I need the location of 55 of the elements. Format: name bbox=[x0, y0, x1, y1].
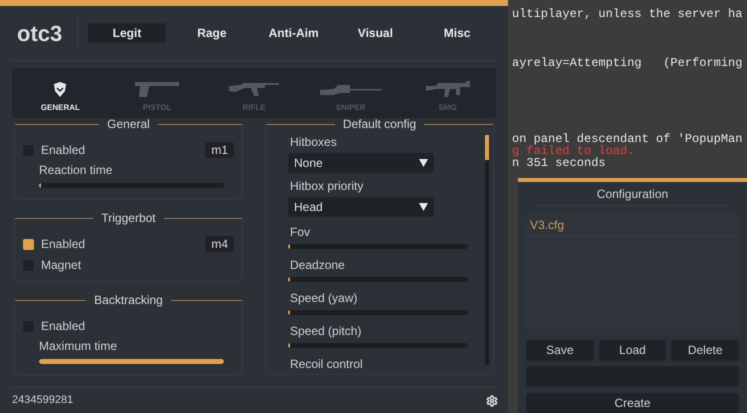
hotkey-badge[interactable]: m1 bbox=[205, 142, 234, 158]
file-item[interactable]: V3.cfg bbox=[529, 216, 736, 236]
dropdown[interactable]: None bbox=[288, 153, 434, 173]
weapon-tab[interactable]: GENERAL bbox=[12, 68, 109, 118]
sniper-icon bbox=[320, 85, 382, 97]
option-label: Fov bbox=[289, 225, 312, 239]
option-label: Speed (pitch) bbox=[289, 324, 362, 338]
smg-icon bbox=[426, 81, 470, 97]
option-label: Speed (yaw) bbox=[289, 291, 358, 305]
pistol-icon bbox=[135, 81, 180, 97]
option-label: Magnet bbox=[41, 258, 82, 272]
shield-icon bbox=[53, 82, 68, 97]
group-title: Backtracking bbox=[94, 292, 163, 309]
checkbox[interactable] bbox=[23, 238, 34, 250]
logo-text: otc3 bbox=[10, 16, 78, 50]
option-label: Recoil control bbox=[289, 357, 364, 371]
dropdown[interactable]: Head bbox=[288, 197, 434, 217]
user-id: 2434599281 bbox=[11, 393, 74, 408]
slider[interactable] bbox=[288, 310, 468, 315]
config-button[interactable]: Load bbox=[598, 340, 666, 361]
slider[interactable] bbox=[288, 277, 468, 282]
rifle-icon bbox=[228, 83, 279, 97]
option-label: Enabled bbox=[41, 237, 86, 251]
option-label: Enabled bbox=[41, 319, 86, 333]
slider[interactable] bbox=[288, 343, 468, 348]
option-label: Maximum time bbox=[39, 339, 118, 353]
hotkey-badge[interactable]: m4 bbox=[205, 236, 234, 252]
config-button[interactable]: Delete bbox=[671, 340, 740, 361]
console-line: ayrelay=Attempting (Performing bbox=[512, 57, 744, 69]
option-label: Enabled bbox=[41, 143, 86, 157]
console-line: on panel descendant of 'PopupMan bbox=[512, 133, 744, 145]
group-title: Default config bbox=[342, 116, 416, 133]
console-line: ultiplayer, unless the server ha bbox=[512, 8, 744, 20]
slider[interactable] bbox=[288, 244, 468, 249]
slider[interactable] bbox=[39, 359, 224, 364]
config-button[interactable]: Save bbox=[526, 340, 594, 361]
tab[interactable]: Visual bbox=[334, 23, 416, 43]
option-label: Hitbox priority bbox=[289, 179, 364, 193]
group-title: General bbox=[107, 116, 150, 133]
console-line: g failed to load. bbox=[512, 145, 636, 157]
tab[interactable]: Rage bbox=[171, 23, 253, 43]
window-title: Configuration bbox=[596, 186, 668, 203]
option-label: Deadzone bbox=[289, 258, 346, 272]
option-label: Hitboxes bbox=[289, 135, 338, 149]
create-button[interactable]: Create bbox=[526, 392, 739, 413]
console-line: n 351 seconds bbox=[512, 157, 607, 169]
tab[interactable]: Legit bbox=[88, 23, 166, 43]
option-label: Reaction time bbox=[39, 163, 114, 177]
caret-icon bbox=[419, 159, 428, 167]
settings-icon[interactable] bbox=[486, 394, 498, 406]
tab[interactable]: Anti-Aim bbox=[252, 23, 334, 43]
slider[interactable] bbox=[39, 183, 224, 188]
tab[interactable]: Misc bbox=[416, 23, 498, 43]
caret-icon bbox=[419, 203, 428, 211]
group-title: Triggerbot bbox=[101, 210, 156, 227]
